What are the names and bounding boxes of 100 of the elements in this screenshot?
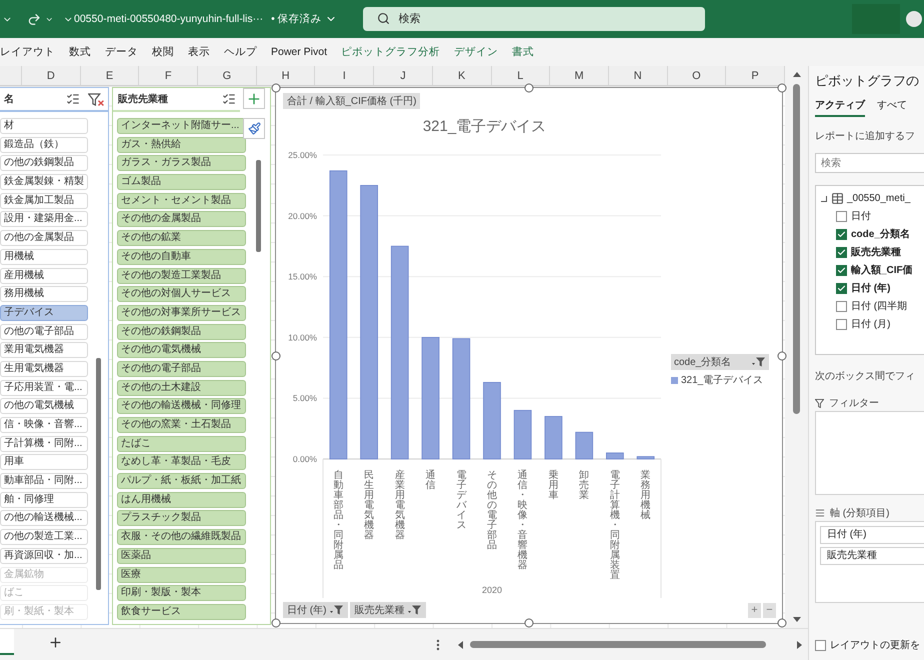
slicer-item[interactable]: その他の電子部品 <box>117 360 246 377</box>
filter-icon[interactable] <box>815 398 824 408</box>
scrollbar[interactable] <box>470 641 766 648</box>
sheet-tab[interactable] <box>0 629 14 655</box>
slicer-item[interactable]: なめし革・革製品・毛皮 <box>117 454 246 470</box>
brush-icon[interactable] <box>248 122 260 135</box>
axis-field[interactable]: 販売先業種 <box>820 547 924 565</box>
field-name[interactable]: 日付 <box>851 209 871 223</box>
column-header[interactable]: E <box>80 66 140 85</box>
column-header[interactable]: F <box>139 66 198 85</box>
slicer-item[interactable]: 飲食サービス <box>117 604 246 620</box>
ribbon-tab[interactable]: ヘルプ <box>224 45 257 59</box>
slicer-item[interactable]: ゴム製品 <box>117 174 246 190</box>
slicer-item[interactable]: パルプ・紙・板紙・加工紙 <box>117 473 246 490</box>
scrollbar[interactable] <box>256 160 260 252</box>
slicer-item[interactable]: その他の対個人サービス <box>117 286 246 302</box>
slicer-item[interactable]: その他の製造工業製品 <box>117 268 246 284</box>
axis-field-button[interactable]: 販売先業種 <box>350 602 426 618</box>
slicer-item[interactable]: の他の電子部品 <box>0 324 88 340</box>
ribbon-tab[interactable]: Power Pivot <box>271 46 328 58</box>
scroll-down-icon[interactable] <box>792 614 802 624</box>
column-header[interactable]: O <box>668 66 726 85</box>
ribbon-tab[interactable]: 表示 <box>188 45 210 59</box>
slicer-item[interactable]: 信・映像・音響... <box>0 417 88 433</box>
search-field[interactable]: 検索 <box>362 7 705 31</box>
resize-handle[interactable] <box>778 618 786 628</box>
slicer-item[interactable]: 用機械 <box>0 248 88 265</box>
slicer-item[interactable]: 材 <box>0 118 88 134</box>
column-header[interactable]: J <box>374 66 433 85</box>
slicer-item[interactable]: 舶・同修理 <box>0 492 88 508</box>
checkbox[interactable] <box>815 640 826 650</box>
slicer-item[interactable]: 生用電気機器 <box>0 360 88 377</box>
slicer-item[interactable]: その他の自動車 <box>117 248 246 265</box>
checkbox[interactable] <box>836 246 847 258</box>
slicer-item[interactable]: プラスチック製品 <box>117 510 246 526</box>
slicer-item[interactable]: その他の電気機械 <box>117 342 246 358</box>
scrollbar[interactable] <box>96 358 100 590</box>
table-name[interactable]: _00550_meti_ <box>847 193 910 204</box>
resize-handle[interactable] <box>272 618 280 628</box>
multi-select-icon[interactable] <box>66 92 80 106</box>
slicer-item[interactable]: 鉄金属製錬・精製 <box>0 174 88 190</box>
slicer-item[interactable]: 動車部品・同附... <box>0 473 88 490</box>
slicer-item[interactable]: の他の製造工業... <box>0 529 88 546</box>
ribbon-tab[interactable]: デザイン <box>454 45 498 59</box>
axis-area[interactable]: 日付 (年) 販売先業種 <box>815 521 924 603</box>
file-name[interactable]: 00550-meti-00550480-yunyuhin-full-lis··· <box>74 13 264 25</box>
avatar-icon[interactable] <box>906 11 922 27</box>
scroll-up-icon[interactable] <box>792 70 802 80</box>
column-header[interactable]: D <box>22 66 81 85</box>
slicer-item[interactable]: その他の土木建設 <box>117 380 246 396</box>
ribbon-tab[interactable]: レイアウト <box>0 45 55 59</box>
checkbox-label[interactable]: レイアウトの更新を <box>830 638 920 652</box>
filter-icon[interactable] <box>330 605 344 615</box>
checkbox[interactable] <box>836 228 847 240</box>
column-header[interactable]: I <box>315 66 374 85</box>
slicer-item[interactable]: ガス・熱供給 <box>117 136 246 153</box>
column-header[interactable]: G <box>198 66 257 85</box>
slicer-item[interactable]: その他の金属製品 <box>117 211 246 228</box>
slicer-item[interactable]: 医療 <box>117 566 246 582</box>
multi-select-icon[interactable] <box>222 92 236 106</box>
style-button[interactable] <box>243 118 265 139</box>
slicer-item[interactable]: 医薬品 <box>117 548 246 564</box>
axis-field-button[interactable]: 日付 (年) <box>283 602 348 618</box>
resize-handle[interactable] <box>272 351 280 360</box>
slicer-item[interactable]: その他の輸送機械・同修理 <box>117 398 246 414</box>
resize-handle[interactable] <box>778 351 786 360</box>
pane-tab[interactable]: すべて <box>877 98 907 117</box>
resize-handle[interactable] <box>272 84 280 92</box>
redo-icon[interactable] <box>26 12 41 26</box>
slicer-item[interactable]: の他の輸送機械... <box>0 510 88 526</box>
slicer-item[interactable]: インターネット附随サー... <box>117 118 246 134</box>
slicer-item[interactable]: 務用機械 <box>0 286 88 302</box>
column-header[interactable]: K <box>432 66 492 85</box>
slicer-item[interactable]: 子計算機・同附... <box>0 436 88 452</box>
field-name[interactable]: code_分類名 <box>851 227 910 241</box>
slicer-item[interactable]: 産用機械 <box>0 268 88 284</box>
field-name[interactable]: 輸入額_CIF価 <box>851 263 913 277</box>
filter-icon[interactable] <box>752 357 766 367</box>
column-header[interactable]: N <box>608 66 668 85</box>
clear-filter-icon[interactable] <box>88 92 104 106</box>
slicer-item[interactable]: 鍛造品（鉄） <box>0 136 88 153</box>
ribbon-tab[interactable]: 書式 <box>512 45 534 59</box>
slicer-item[interactable]: 設用・建築用金... <box>0 211 88 228</box>
checkbox[interactable] <box>836 282 847 294</box>
field-name[interactable]: 日付 (年) <box>851 281 890 295</box>
resize-handle[interactable] <box>524 618 534 628</box>
slicer-item[interactable]: 用車 <box>0 454 88 470</box>
checkbox[interactable] <box>836 300 847 312</box>
slicer-item[interactable]: セメント・セメント製品 <box>117 192 246 209</box>
slicer-item[interactable]: その他の鉄鋼製品 <box>117 324 246 340</box>
slicer-item[interactable]: 鉄金属加工製品 <box>0 192 88 209</box>
column-header[interactable]: M <box>550 66 609 85</box>
search-field[interactable]: 検索 <box>815 153 924 173</box>
slicer-item[interactable]: 再資源回収・加... <box>0 548 88 564</box>
slicer-item[interactable]: はん用機械 <box>117 492 246 508</box>
slicer-item[interactable]: 子応用装置・電... <box>0 380 88 396</box>
checkbox[interactable] <box>836 318 847 330</box>
slicer-item[interactable]: 印刷・製版・製本 <box>117 585 246 602</box>
pane-tab[interactable]: アクティブ <box>815 98 865 117</box>
ribbon-tab[interactable]: 校閲 <box>152 45 174 59</box>
